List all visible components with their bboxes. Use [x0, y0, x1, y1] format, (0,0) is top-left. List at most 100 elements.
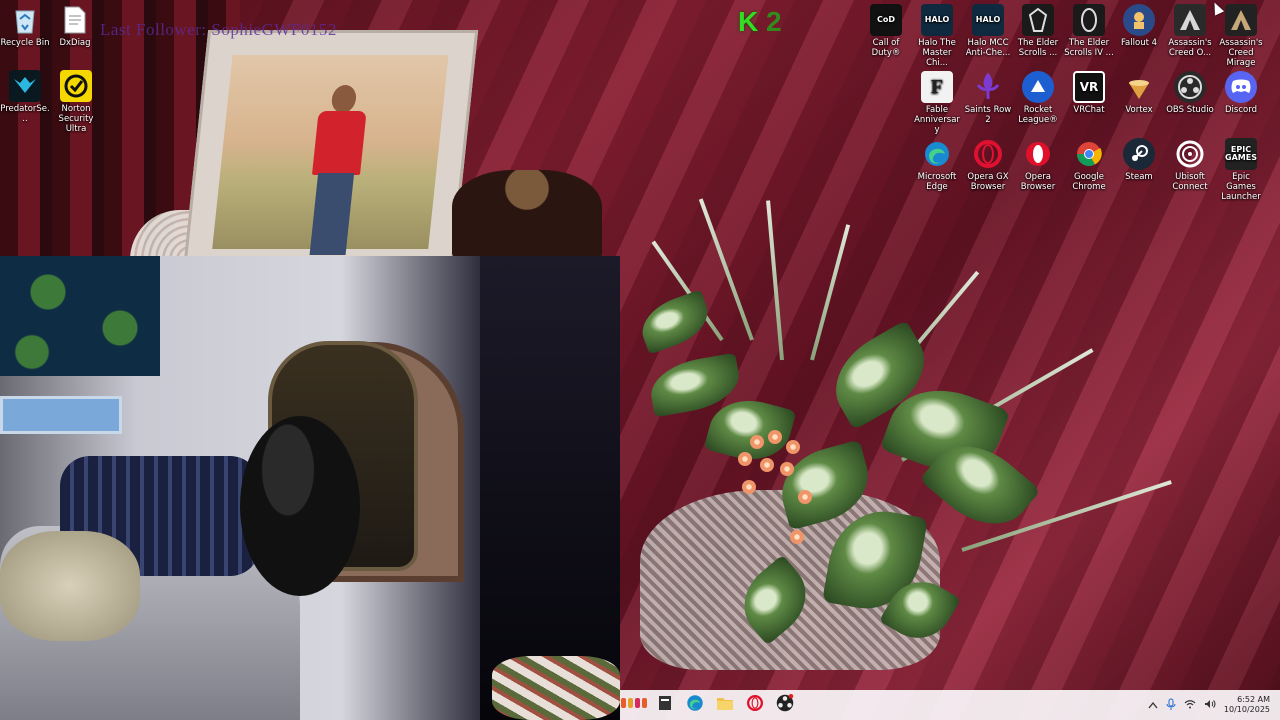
desktop-icon-recycle-bin[interactable]: Recycle Bin [0, 4, 50, 48]
desktop-icon-label: Steam [1125, 172, 1153, 182]
desktop-icon-vrchat[interactable]: VR VRChat [1064, 71, 1114, 115]
desktop-icon-label: Rocket League® [1018, 105, 1058, 125]
taskbar-app-obs[interactable] [770, 690, 800, 720]
halo-mcc-icon: HALO [921, 4, 953, 36]
call-of-duty-icon: CoD [870, 4, 902, 36]
desktop-icon-label: Epic Games Launcher [1221, 172, 1261, 202]
desktop-icon-label: OBS Studio [1166, 105, 1214, 115]
desktop-icon-dxdiag[interactable]: DxDiag [50, 4, 100, 48]
webcam-dark-area [480, 256, 620, 720]
steam-icon [1123, 138, 1155, 170]
desktop-icon-label: PredatorSe... [0, 104, 50, 124]
webcam-flag [0, 256, 160, 376]
taskbar-app-widget[interactable] [620, 690, 650, 720]
chevron-up-icon[interactable] [1148, 699, 1158, 712]
fable-icon: F [921, 71, 953, 103]
desktop-icon-label: Call of Duty® [871, 38, 901, 58]
elder-scrolls-icon [1022, 4, 1054, 36]
recycle-bin-icon [9, 4, 41, 36]
desktop-icon-opera[interactable]: Opera Browser [1013, 138, 1063, 192]
system-tray: 6:52 AM 10/10/2025 [1148, 690, 1280, 720]
clock-date: 10/10/2025 [1223, 705, 1270, 714]
taskbar-app-file[interactable] [650, 690, 680, 720]
desktop-icon-label: Recycle Bin [0, 38, 50, 48]
desktop-icon-label: Assassin's Creed Mirage [1219, 38, 1263, 68]
opera-gx-icon [972, 138, 1004, 170]
wifi-icon[interactable] [1184, 699, 1196, 712]
rocket-league-icon [1022, 71, 1054, 103]
desktop-icon-ubisoft-connect[interactable]: Ubisoft Connect [1165, 138, 1215, 192]
desktop-icon-label: Halo The Master Chi... [918, 38, 956, 68]
desktop-icon-assassins-creed-odyssey[interactable]: Assassin's Creed O... [1165, 4, 1215, 58]
desktop-icon-epic-games[interactable]: EPIC GAMES Epic Games Launcher [1216, 138, 1266, 202]
desktop-icon-label: Halo MCC Anti-Che... [965, 38, 1011, 58]
volume-icon[interactable] [1204, 699, 1216, 712]
clock[interactable]: 6:52 AM 10/10/2025 [1224, 695, 1270, 715]
file-icon [658, 695, 672, 715]
taskbar: 6:52 AM 10/10/2025 [620, 690, 1280, 720]
edge-icon [921, 138, 953, 170]
edge-icon [686, 694, 704, 716]
desktop-icon-fallout4[interactable]: Fallout 4 [1114, 4, 1164, 48]
desktop-icon-steam[interactable]: Steam [1114, 138, 1164, 182]
webcam-overlay [0, 256, 620, 720]
desktop-icon-label: DxDiag [59, 38, 91, 48]
wallpaper-plant [630, 190, 1190, 670]
desktop-icon-saints-row[interactable]: Saints Row 2 [963, 71, 1013, 125]
vrchat-icon: VR [1073, 71, 1105, 103]
taskbar-app-file-explorer[interactable] [710, 690, 740, 720]
desktop-icon-label: Fallout 4 [1120, 38, 1158, 48]
webcam-person [240, 416, 360, 596]
desktop-icon-halo-anticheat[interactable]: HALO Halo MCC Anti-Che... [963, 4, 1013, 58]
assassins-creed-mirage-icon [1225, 4, 1257, 36]
ubisoft-icon [1174, 138, 1206, 170]
desktop-icon-halo-mcc[interactable]: HALO Halo The Master Chi... [912, 4, 962, 68]
desktop-icon-label: Google Chrome [1072, 172, 1106, 192]
desktop-icon-discord[interactable]: Discord [1216, 71, 1266, 115]
wallpaper-picture-frame [183, 30, 479, 262]
desktop-icon-label: Discord [1225, 105, 1257, 115]
stream-logo-number: 2 [766, 6, 782, 37]
desktop-icon-call-of-duty[interactable]: CoD Call of Duty® [861, 4, 911, 58]
desktop-icon-microsoft-edge[interactable]: Microsoft Edge [912, 138, 962, 192]
desktop-icon-label: The Elder Scrolls ... [1017, 38, 1059, 58]
desktop-icon-label: Fable Anniversary [914, 105, 960, 135]
desktop-icon-label: The Elder Scrolls IV ... [1064, 38, 1114, 58]
vortex-icon [1123, 71, 1155, 103]
predator-sense-icon [9, 70, 41, 102]
stream-logo-letter: K [738, 6, 759, 37]
webcam-clutter [492, 656, 620, 720]
desktop-icon-fable[interactable]: F Fable Anniversary [912, 71, 962, 135]
last-follower-text: Last Follower: SophieGWF0152 [100, 20, 337, 39]
desktop-icon-opera-gx[interactable]: Opera GX Browser [963, 138, 1013, 192]
desktop-icon-label: Assassin's Creed O... [1168, 38, 1212, 58]
opera-icon [747, 694, 763, 716]
obs-icon [776, 694, 794, 716]
chrome-icon [1073, 138, 1105, 170]
stream-widget-icon [620, 696, 650, 714]
desktop-icon-oblivion[interactable]: The Elder Scrolls IV ... [1064, 4, 1114, 58]
taskbar-app-edge[interactable] [680, 690, 710, 720]
oblivion-icon [1073, 4, 1105, 36]
norton-icon [60, 70, 92, 102]
desktop-icon-predatorsense[interactable]: PredatorSe... [0, 70, 50, 124]
assassins-creed-odyssey-icon [1174, 4, 1206, 36]
desktop-icon-obs-studio[interactable]: OBS Studio [1165, 71, 1215, 115]
desktop-icon-label: Vortex [1125, 105, 1153, 115]
desktop-icon-label: Opera GX Browser [967, 172, 1009, 192]
desktop-icon-rocket-league[interactable]: Rocket League® [1013, 71, 1063, 125]
taskbar-app-opera[interactable] [740, 690, 770, 720]
clock-time: 6:52 AM [1237, 695, 1270, 704]
stream-logo: K 2 [738, 6, 782, 38]
desktop-icon-vortex[interactable]: Vortex [1114, 71, 1164, 115]
webcam-window [0, 396, 122, 434]
desktop-icon-google-chrome[interactable]: Google Chrome [1064, 138, 1114, 192]
desktop-icon-label: Microsoft Edge [917, 172, 957, 192]
microphone-icon[interactable] [1166, 698, 1176, 713]
webcam-pillow [0, 531, 140, 641]
desktop-icon-norton[interactable]: Norton Security Ultra [51, 70, 101, 134]
desktop-icon-assassins-creed-mirage[interactable]: Assassin's Creed Mirage [1216, 4, 1266, 68]
file-explorer-icon [716, 695, 734, 715]
obs-icon [1174, 71, 1206, 103]
desktop-icon-elder-scrolls[interactable]: The Elder Scrolls ... [1013, 4, 1063, 58]
